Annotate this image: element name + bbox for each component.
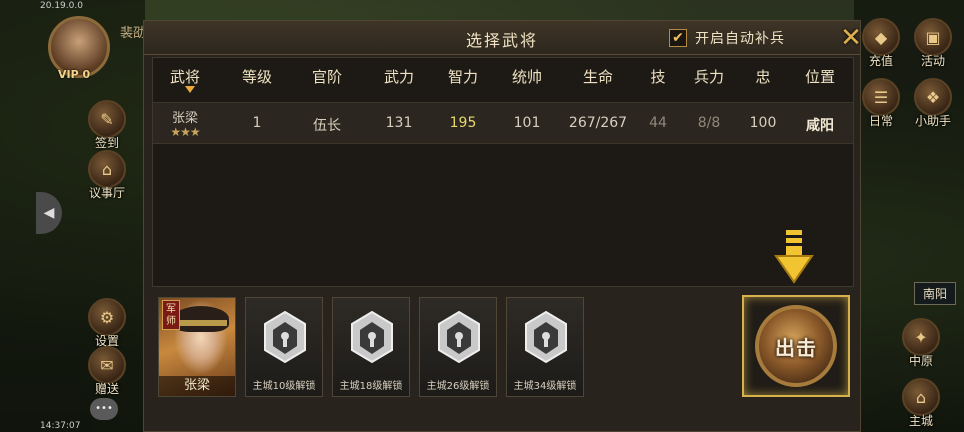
auto-refill-checkbox[interactable]: ✔ bbox=[669, 29, 687, 47]
recharge-label: 充值 bbox=[868, 54, 893, 68]
auto-refill-toggle[interactable]: ✔ 开启自动补兵 bbox=[669, 28, 785, 48]
star-rating: ★★★ bbox=[170, 125, 200, 139]
calendar-icon: ✎ bbox=[88, 100, 126, 138]
daily-label: 日常 bbox=[868, 114, 893, 128]
scroll-icon: ☰ bbox=[862, 78, 900, 116]
dialog-header: 选择武将 ✔ 开启自动补兵 ✕ bbox=[144, 21, 862, 55]
locked-slot[interactable]: 主城26级解锁 bbox=[419, 297, 497, 397]
cell-force: 131 bbox=[385, 115, 413, 131]
sort-down-icon bbox=[185, 86, 195, 93]
system-info: 20.19.0.0 bbox=[40, 1, 83, 11]
chat-icon[interactable]: ••• bbox=[90, 398, 118, 420]
table-header: 武将 等级 官阶 武力 智力 统帅 生命 技 兵力 忠 位置 bbox=[153, 58, 853, 98]
lock-icon bbox=[525, 310, 567, 364]
activity-label: 活动 bbox=[920, 54, 945, 68]
main-city-button[interactable]: ⌂ 主城 bbox=[898, 378, 944, 429]
unlock-caption: 主城26级解锁 bbox=[426, 381, 490, 392]
locked-slot[interactable]: 主城18级解锁 bbox=[332, 297, 410, 397]
hero-hair bbox=[173, 306, 229, 332]
cell-location: 咸阳 bbox=[806, 118, 834, 134]
general-name: 张梁 bbox=[171, 111, 199, 126]
settings-button[interactable]: ⚙ 设置 bbox=[84, 298, 130, 349]
general-list: 武将 等级 官阶 武力 智力 统帅 生命 技 兵力 忠 位置 张梁 ★★★ 1 … bbox=[152, 57, 854, 287]
gift-icon: ✉ bbox=[88, 346, 126, 384]
cell-troops: 8/8 bbox=[697, 115, 721, 131]
col-skill[interactable]: 技 bbox=[650, 66, 665, 87]
vip-level: VIP 0 bbox=[58, 68, 91, 81]
cell-skill: 44 bbox=[649, 115, 667, 131]
locked-slot[interactable]: 主城10级解锁 bbox=[245, 297, 323, 397]
close-icon[interactable]: ✕ bbox=[836, 23, 866, 53]
gift-button[interactable]: ✉ 赠送 bbox=[84, 346, 130, 397]
unlock-caption: 主城34级解锁 bbox=[513, 381, 577, 392]
lock-icon bbox=[438, 310, 480, 364]
auto-refill-label: 开启自动补兵 bbox=[695, 31, 785, 47]
col-hp[interactable]: 生命 bbox=[583, 66, 613, 87]
cell-level: 1 bbox=[252, 115, 262, 131]
sign-in-label: 签到 bbox=[94, 136, 119, 150]
book-icon: ❖ bbox=[914, 78, 952, 116]
castle-icon: ⌂ bbox=[902, 378, 940, 416]
col-troops[interactable]: 兵力 bbox=[694, 66, 724, 87]
col-general[interactable]: 武将 bbox=[170, 66, 200, 87]
gift-box-icon: ▣ bbox=[914, 18, 952, 56]
attack-button[interactable]: 出击 bbox=[755, 305, 837, 387]
hero-headband bbox=[177, 320, 227, 326]
city-label[interactable]: 南阳 bbox=[913, 282, 956, 305]
arrow-down-icon bbox=[774, 230, 814, 284]
map-icon: ✦ bbox=[902, 318, 940, 356]
treasure-icon: ◆ bbox=[862, 18, 900, 56]
hall-icon: ⌂ bbox=[88, 150, 126, 188]
col-command[interactable]: 统帅 bbox=[512, 66, 542, 87]
helper-button[interactable]: ❖ 小助手 bbox=[910, 78, 956, 129]
sign-in-button[interactable]: ✎ 签到 bbox=[84, 100, 130, 151]
central-plains-button[interactable]: ✦ 中原 bbox=[898, 318, 944, 369]
daily-button[interactable]: ☰ 日常 bbox=[858, 78, 904, 129]
hero-name: 张梁 bbox=[159, 376, 235, 396]
cell-hp: 267/267 bbox=[568, 115, 628, 131]
locked-slot[interactable]: 主城34级解锁 bbox=[506, 297, 584, 397]
council-hall-label: 议事厅 bbox=[88, 186, 125, 200]
attack-button-frame: 出击 bbox=[742, 295, 850, 397]
central-plains-label: 中原 bbox=[908, 354, 933, 368]
col-level[interactable]: 等级 bbox=[242, 66, 272, 87]
col-intel[interactable]: 智力 bbox=[448, 66, 478, 87]
select-general-dialog: 选择武将 ✔ 开启自动补兵 ✕ 武将 等级 官阶 武力 智力 统帅 生命 技 兵… bbox=[143, 20, 862, 432]
council-hall-button[interactable]: ⌂ 议事厅 bbox=[84, 150, 130, 201]
cell-loyalty: 100 bbox=[749, 115, 777, 131]
lock-icon bbox=[351, 310, 393, 364]
gear-icon: ⚙ bbox=[88, 298, 126, 336]
cell-command: 101 bbox=[513, 115, 541, 131]
col-force[interactable]: 武力 bbox=[384, 66, 414, 87]
col-location[interactable]: 位置 bbox=[805, 66, 835, 87]
unlock-caption: 主城10级解锁 bbox=[252, 381, 316, 392]
col-loyalty[interactable]: 忠 bbox=[755, 66, 770, 87]
cell-intelligence: 195 bbox=[449, 115, 477, 131]
table-row[interactable]: 张梁 ★★★ 1 伍长 131 195 101 267/267 44 8/8 1… bbox=[153, 102, 853, 144]
activity-button[interactable]: ▣ 活动 bbox=[910, 18, 956, 69]
cell-rank: 伍长 bbox=[313, 118, 341, 134]
gift-label: 赠送 bbox=[94, 382, 119, 396]
lock-icon bbox=[264, 310, 306, 364]
strategist-badge: 军师 bbox=[162, 300, 180, 330]
unlock-caption: 主城18级解锁 bbox=[339, 381, 403, 392]
hero-slot[interactable]: 军师 张梁 bbox=[158, 297, 236, 397]
helper-label: 小助手 bbox=[914, 114, 951, 128]
system-clock: 14:37:07 bbox=[40, 421, 81, 431]
col-rank[interactable]: 官阶 bbox=[312, 66, 342, 87]
main-city-label: 主城 bbox=[908, 414, 933, 428]
